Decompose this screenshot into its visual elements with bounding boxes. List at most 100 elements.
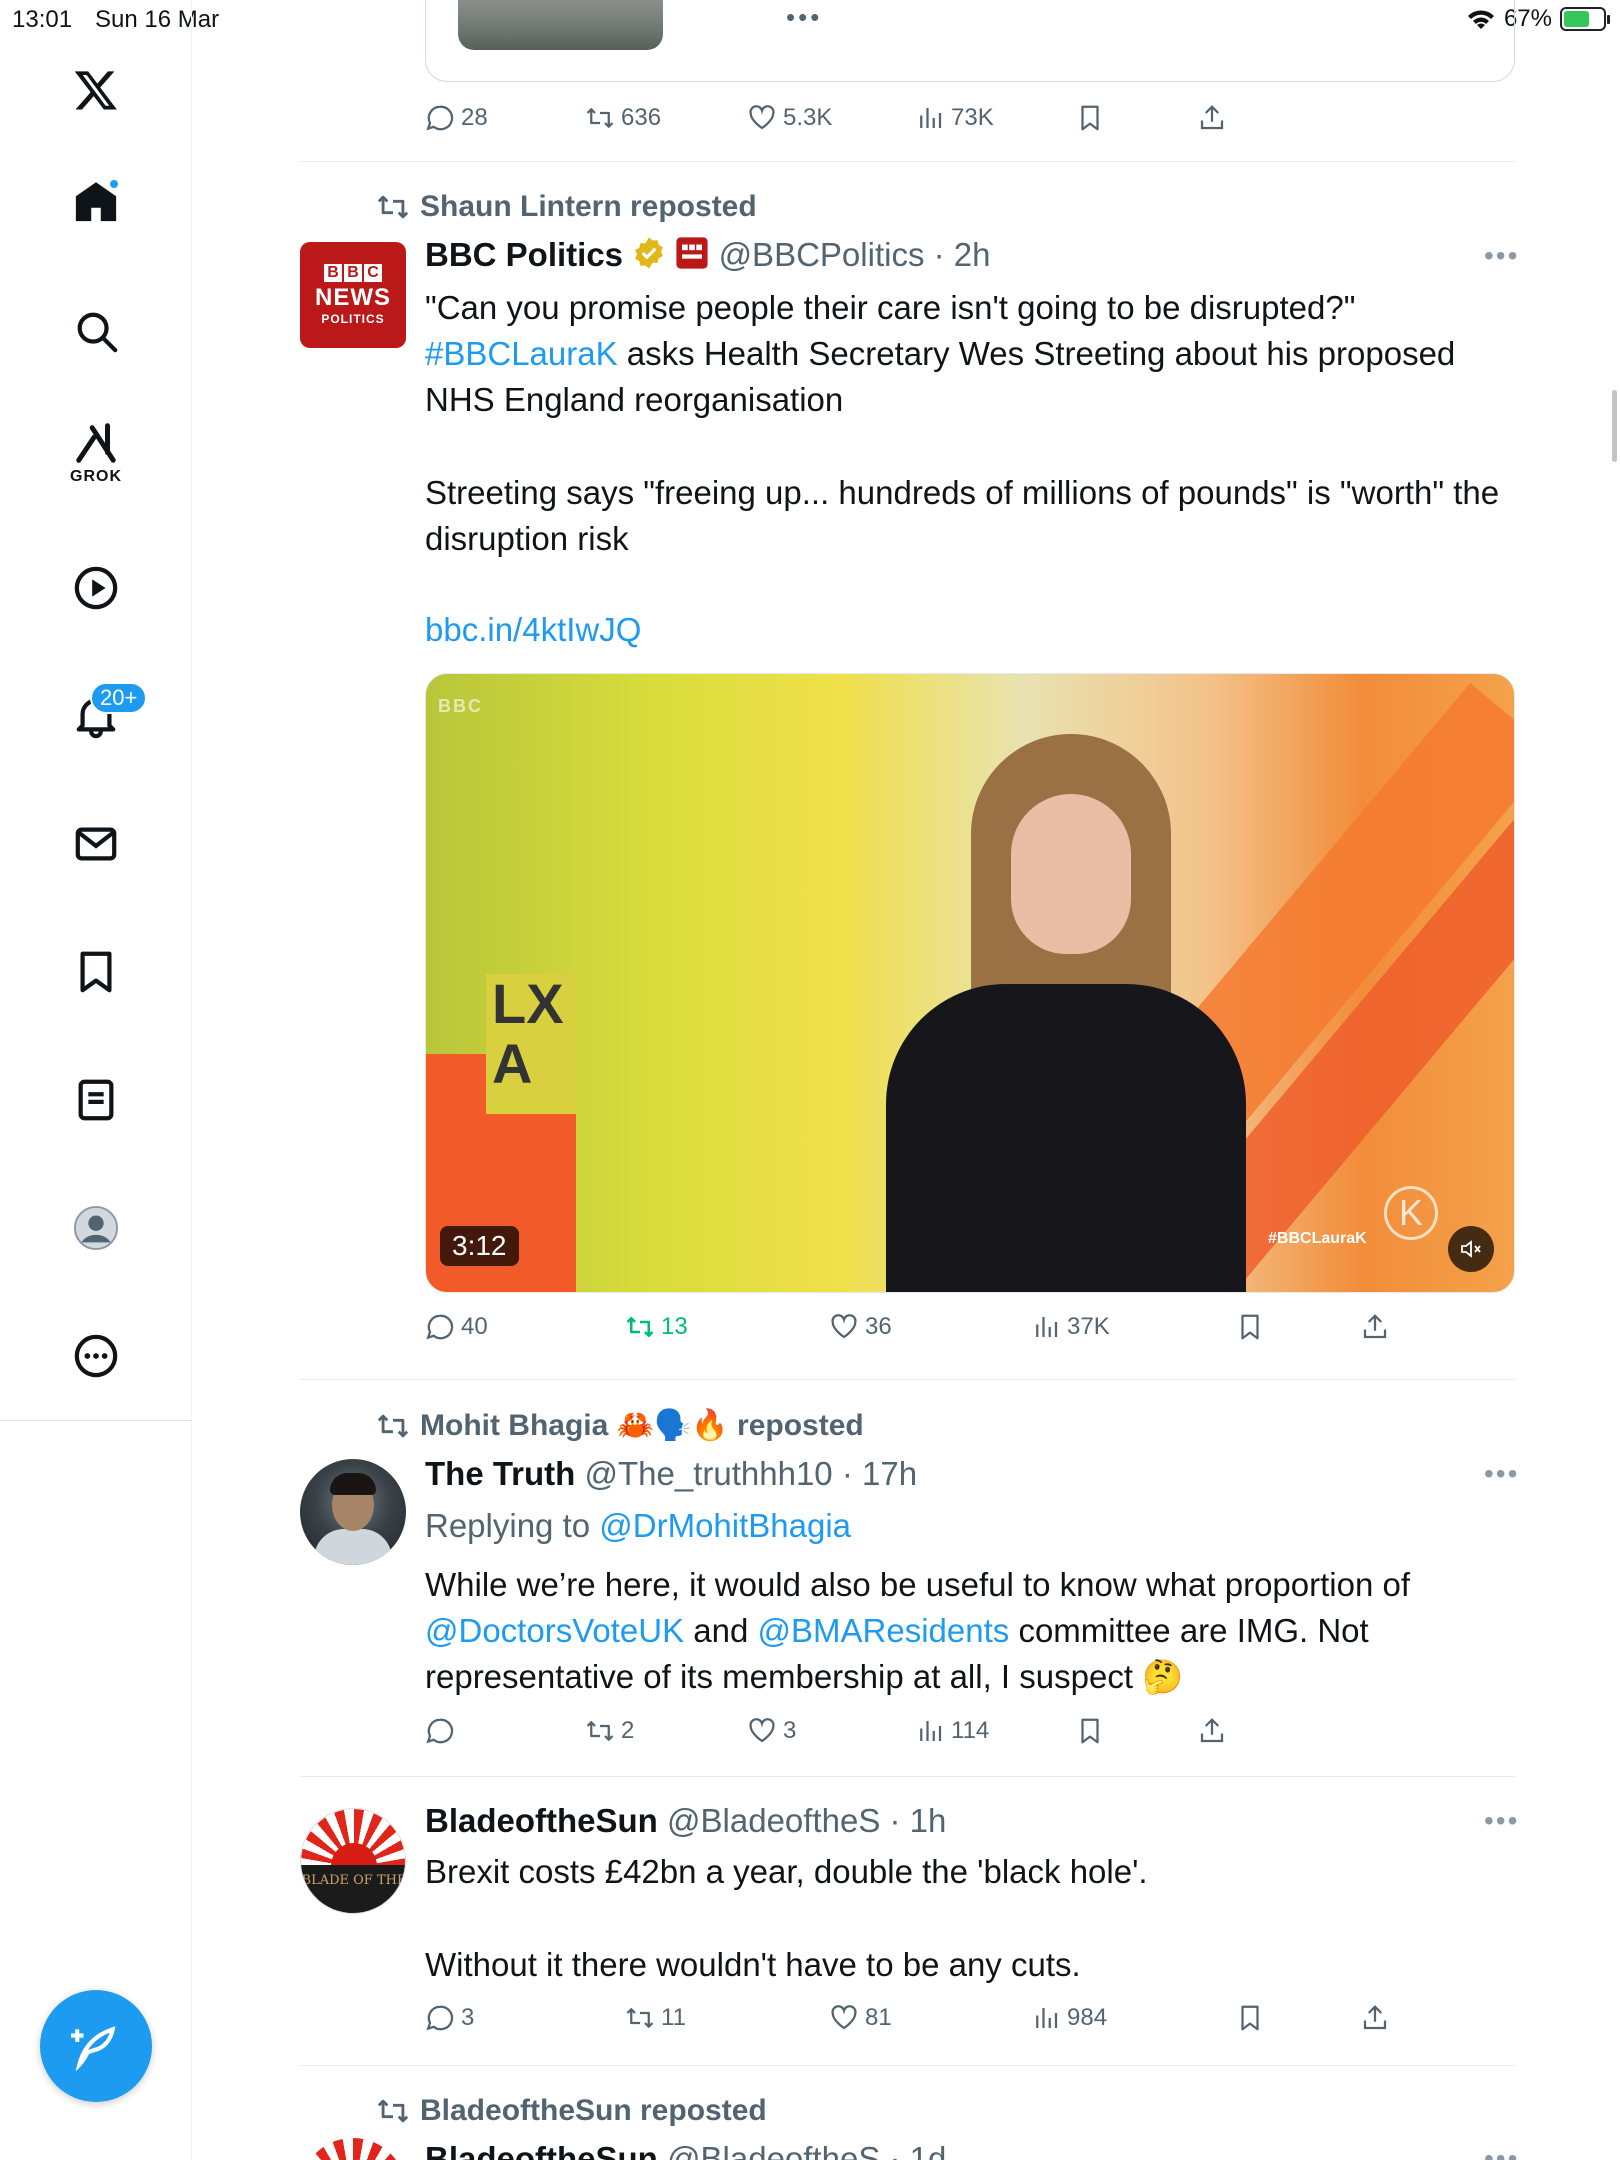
share-button[interactable] (1197, 103, 1227, 133)
like-count: 3 (783, 1717, 797, 1744)
reply-button[interactable] (425, 1716, 461, 1746)
compose-post-button[interactable] (40, 1990, 152, 2102)
more-options-icon[interactable] (60, 1320, 132, 1392)
reply-button[interactable]: 3 (425, 2003, 474, 2033)
post-divider (300, 1379, 1515, 1380)
repost-icon (626, 2008, 654, 2028)
post-header: The Truth @The_truthhh10 · 17h (425, 1455, 918, 1492)
repost-button[interactable]: 13 (625, 1312, 688, 1342)
reply-button[interactable]: 40 (425, 1312, 488, 1342)
share-icon (1363, 2005, 1387, 2030)
bookmark-button[interactable] (1235, 2003, 1265, 2033)
share-button[interactable] (1360, 2003, 1390, 2033)
post-more-icon[interactable]: ••• (1484, 2143, 1519, 2160)
views-button[interactable]: 114 (915, 1716, 989, 1746)
like-button[interactable]: 36 (829, 1312, 892, 1342)
reply-button[interactable]: 28 (425, 103, 488, 133)
post-time[interactable]: 1d (910, 2140, 947, 2160)
author-name[interactable]: BBC Politics (425, 236, 623, 273)
like-button[interactable]: 5.3K (747, 103, 832, 133)
views-button[interactable]: 984 (1031, 2003, 1107, 2033)
post-more-icon[interactable]: ••• (1484, 240, 1519, 272)
heart-icon (749, 1718, 775, 1743)
notifications-badge: 20+ (90, 682, 148, 714)
post-url-link[interactable]: bbc.in/4ktIwJQ (425, 607, 1515, 653)
views-count: 73K (951, 104, 994, 131)
search-icon[interactable] (60, 295, 132, 367)
reply-mention-link[interactable]: @DrMohitBhagia (599, 1507, 851, 1544)
bladeofthesun-avatar[interactable]: BLADE OF THE (300, 1808, 406, 1914)
video-player[interactable]: LX A BBC 3:12 #BBCLauraK K (425, 673, 1515, 1293)
bookmark-icon[interactable] (60, 936, 132, 1008)
post-divider (300, 2065, 1515, 2066)
post-more-icon[interactable]: ••• (1484, 1458, 1519, 1490)
hashtag-link[interactable]: #BBCLauraK (425, 335, 618, 372)
views-count: 114 (951, 1717, 990, 1744)
post-header: BladeoftheSun @BladeoftheS · 1d (425, 2140, 946, 2160)
x-logo-icon[interactable] (60, 54, 132, 126)
views-button[interactable]: 73K (915, 103, 994, 133)
profile-avatar-icon[interactable] (60, 1192, 132, 1264)
repost-button[interactable]: 636 (585, 103, 661, 133)
share-icon (1200, 105, 1224, 130)
home-icon[interactable] (60, 166, 132, 238)
avatar-text: BLADE OF THE (301, 1873, 406, 1888)
repost-context[interactable]: Shaun Lintern reposted (376, 190, 757, 224)
share-button[interactable] (1197, 1716, 1227, 1746)
like-button[interactable]: 3 (747, 1716, 796, 1746)
post-more-icon[interactable]: ••• (1484, 1805, 1519, 1837)
post-text: While we’re here, it would also be usefu… (425, 1562, 1515, 1700)
author-handle[interactable]: @BladeoftheS (667, 2140, 880, 2160)
lists-icon[interactable] (60, 1064, 132, 1136)
author-name[interactable]: The Truth (425, 1455, 575, 1492)
bbc-news-affiliate-icon (676, 237, 708, 269)
post-text-part: "Can you promise people their care isn't… (425, 289, 1356, 326)
share-button[interactable] (1360, 1312, 1390, 1342)
bookmark-button[interactable] (1075, 103, 1105, 133)
bbc-watermark: BBC (438, 696, 483, 716)
repost-context[interactable]: Mohit Bhagia 🦀🗣️🔥 reposted (376, 1408, 864, 1443)
post-time[interactable]: 2h (954, 236, 991, 273)
mute-toggle-button[interactable] (1448, 1226, 1494, 1272)
bookmark-button[interactable] (1075, 1716, 1105, 1746)
post-time[interactable]: 17h (862, 1455, 917, 1492)
like-button[interactable]: 81 (829, 2003, 892, 2033)
share-icon (1363, 1314, 1387, 1339)
author-handle[interactable]: @BBCPolitics (719, 236, 925, 273)
post-text-part: While we’re here, it would also be usefu… (425, 1566, 1411, 1603)
reply-icon (426, 1314, 454, 1340)
sidebar: GROK 20+ (0, 0, 192, 2160)
notifications-bell-icon[interactable]: 20+ (60, 680, 148, 752)
repost-icon (377, 2099, 409, 2123)
post-divider (300, 1776, 1515, 1777)
scrollbar[interactable] (1612, 390, 1617, 462)
messages-envelope-icon[interactable] (60, 808, 132, 880)
bladeofthesun-avatar[interactable] (300, 2138, 406, 2160)
quoted-post-card[interactable]: ••• (425, 0, 1515, 82)
author-name[interactable]: BladeoftheSun (425, 1802, 658, 1839)
post-time[interactable]: 1h (910, 1802, 947, 1839)
grok-label: GROK (70, 468, 122, 485)
grok-icon[interactable]: GROK (60, 414, 132, 486)
repost-button[interactable]: 2 (585, 1716, 634, 1746)
post-text: "Can you promise people their care isn't… (425, 285, 1515, 423)
show-logo: K (1384, 1186, 1438, 1240)
repost-context[interactable]: BladeoftheSun reposted (376, 2094, 767, 2128)
author-handle[interactable]: @BladeoftheS (667, 1802, 880, 1839)
post-divider (300, 161, 1515, 162)
author-handle[interactable]: @The_truthhh10 (585, 1455, 833, 1492)
bookmark-button[interactable] (1235, 1312, 1265, 1342)
author-name[interactable]: BladeoftheSun (425, 2140, 658, 2160)
video-hashtag-watermark: #BBCLauraK (1268, 1230, 1367, 1247)
repost-context-label: BladeoftheSun reposted (420, 2094, 767, 2127)
mention-link[interactable]: @BMAResidents (758, 1612, 1010, 1649)
video-play-icon[interactable] (60, 552, 132, 624)
post-text: Brexit costs £42bn a year, double the 'b… (425, 1853, 1148, 1890)
the-truth-avatar[interactable] (300, 1459, 406, 1565)
heart-icon (749, 105, 775, 130)
bbc-politics-avatar[interactable]: BBC NEWS POLITICS (300, 242, 406, 348)
video-duration: 3:12 (440, 1226, 519, 1266)
mention-link[interactable]: @DoctorsVoteUK (425, 1612, 684, 1649)
views-button[interactable]: 37K (1031, 1312, 1110, 1342)
repost-button[interactable]: 11 (625, 2003, 686, 2033)
